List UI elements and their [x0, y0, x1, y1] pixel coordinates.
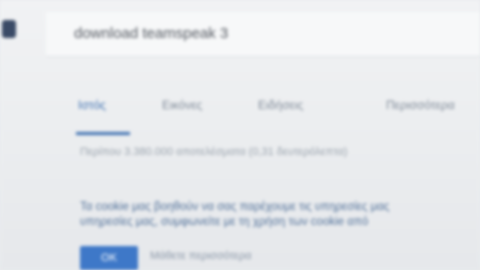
results-stats: Περίπου 3.380.000 αποτελέσματα (0,31 δευ…: [80, 146, 348, 158]
browser-screen: download teamspeak 3 Ιστός Εικόνες Ειδήσ…: [0, 0, 480, 270]
cookie-notice: Τα cookie μας βοηθούν να σας παρέχουμε τ…: [80, 200, 480, 230]
tab-more[interactable]: Περισσότερα: [386, 98, 455, 112]
search-bar[interactable]: download teamspeak 3: [46, 12, 480, 57]
search-tabs: Ιστός Εικόνες Ειδήσεις Περισσότερα: [0, 88, 480, 134]
tab-web[interactable]: Ιστός: [78, 98, 106, 112]
cookie-learn-more-link[interactable]: Μάθετε περισσότερα: [150, 250, 251, 262]
search-input[interactable]: download teamspeak 3: [74, 25, 228, 42]
site-logo[interactable]: [0, 18, 34, 60]
active-tab-indicator: [76, 132, 130, 135]
cookie-notice-line-1: Τα cookie μας βοηθούν να σας παρέχουμε τ…: [80, 201, 390, 213]
tab-news[interactable]: Ειδήσεις: [258, 98, 303, 112]
logo-mark: [2, 20, 16, 38]
cookie-ok-button[interactable]: OK: [80, 246, 138, 270]
tab-images[interactable]: Εικόνες: [162, 98, 202, 112]
cookie-notice-line-2: υπηρεσίες μας, συμφωνείτε με τη χρήση τω…: [80, 216, 369, 228]
